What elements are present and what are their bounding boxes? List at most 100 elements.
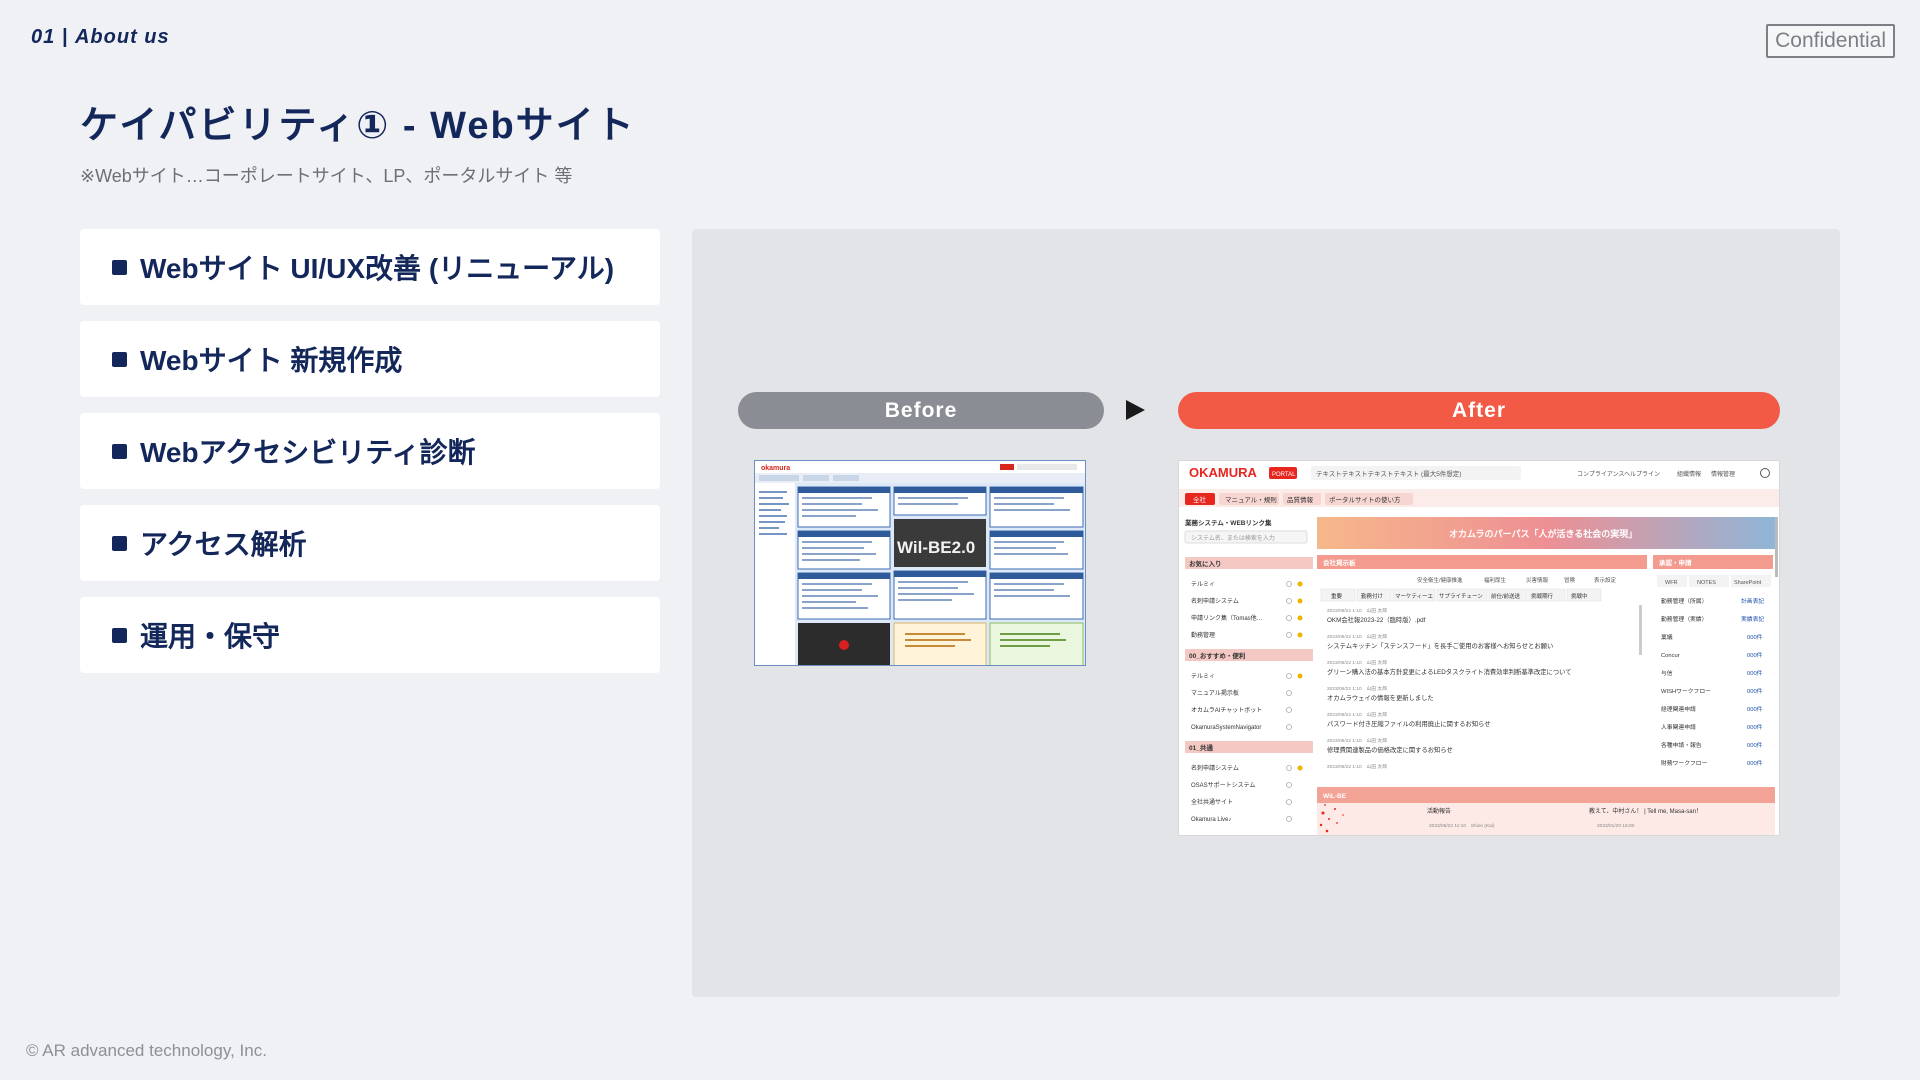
- after-header-link: コンプライアンスヘルプライン: [1577, 471, 1660, 478]
- sidebar-item: テルミィ: [1191, 581, 1215, 588]
- approval-value: 000件: [1747, 741, 1763, 749]
- approval-value: 000件: [1747, 723, 1763, 731]
- after-search-placeholder: システム名、または検索を入力: [1191, 534, 1275, 542]
- after-hero-text: オカムラのパーパス「人が活きる社会の実現」: [1449, 528, 1637, 539]
- after-post-meta: 2023/06/22 1:10 山田 太郎: [1327, 659, 1387, 666]
- after-post-title: パスワード付き圧縮ファイルの利用廃止に関するお知らせ: [1327, 719, 1491, 728]
- after-post-title: OKM会社報2023-22（臨時版）.pdf: [1327, 615, 1426, 624]
- capability-item: Webサイト UI/UX改善 (リニューアル): [80, 229, 660, 305]
- capability-item: Webサイト 新規作成: [80, 321, 660, 397]
- after-post-meta: 2023/06/22 1:10 山田 太郎: [1327, 633, 1387, 640]
- approval-label: 経理関連申請: [1661, 705, 1696, 713]
- sidebar-item: 全社共通サイト: [1191, 798, 1233, 806]
- after-header-link: 情報管理: [1711, 470, 1735, 478]
- sidebar-item: OSASサポートシステム: [1191, 781, 1256, 789]
- after-logo-badge: PORTAL: [1272, 472, 1296, 478]
- sidebar-group-title: 01_共通: [1189, 743, 1213, 752]
- bullet-square-icon: [112, 351, 127, 367]
- approval-label: WISHワークフロー: [1661, 688, 1711, 695]
- sidebar-item: マニュアル掲示板: [1191, 689, 1239, 697]
- after-tab: ポータルサイトの使い方: [1329, 495, 1401, 504]
- approval-label: 稟議: [1661, 633, 1673, 641]
- approval-value: 000件: [1747, 633, 1763, 641]
- approval-label: 勤務管理（実績）: [1661, 615, 1707, 623]
- after-screenshot: OKAMURA PORTAL テキストテキストテキストテキスト (最大5件想定)…: [1178, 460, 1780, 836]
- approval-value: 計画表記: [1741, 597, 1764, 605]
- after-post-meta: 2023/06/22 1:10 山田 太郎: [1327, 711, 1387, 718]
- sidebar-item: 申請リンク集（Tomas他…: [1191, 614, 1263, 622]
- after-board-tab: マーケティーエ: [1395, 593, 1434, 600]
- page-subtitle: ※Webサイト…コーポレートサイト、LP、ポータルサイト 等: [80, 166, 573, 186]
- page-title: ケイパビリティ① - Webサイト: [80, 105, 636, 147]
- bullet-square-icon: [112, 259, 127, 275]
- confidential-badge: Confidential: [1766, 24, 1895, 58]
- after-approval-tab: SharePoint: [1734, 580, 1762, 586]
- approval-label: 勤務管理（所属）: [1661, 597, 1707, 605]
- after-board-link: 安全衛生/健康推進: [1417, 576, 1463, 584]
- after-post-meta: 2023/06/22 1:10 山田 太郎: [1327, 763, 1387, 770]
- section-label: 01 | About us: [31, 26, 170, 48]
- sidebar-item: オカムラAIチャットボット: [1191, 706, 1262, 714]
- after-post-title: オカムラウェイの情報を更新しました: [1327, 693, 1434, 702]
- after-post-meta: 2023/06/22 1:10 山田 太郎: [1327, 607, 1387, 614]
- footer-copyright: © AR advanced technology, Inc.: [26, 1041, 267, 1060]
- section-number: 01: [31, 26, 56, 48]
- after-logo: OKAMURA: [1189, 465, 1257, 480]
- after-wilbe-col1-title: 活動報告: [1427, 807, 1451, 815]
- after-approval-tab: NOTES: [1697, 580, 1716, 586]
- after-tab: 全社: [1193, 495, 1207, 504]
- after-screenshot-graphic: OKAMURA PORTAL テキストテキストテキストテキスト (最大5件想定)…: [1179, 461, 1779, 835]
- after-post-title: 修理費関連製品の価格改定に関するお知らせ: [1327, 745, 1453, 754]
- approval-value: 000件: [1747, 651, 1763, 659]
- approval-value: 実績表記: [1741, 615, 1764, 623]
- sidebar-item: Okamura Live♪: [1191, 817, 1231, 823]
- sidebar-item: テルミィ: [1191, 673, 1215, 680]
- after-tab: 品質情報: [1287, 495, 1314, 504]
- after-side-title: 業務システム・WEBリンク集: [1184, 518, 1272, 527]
- after-search-text: テキストテキストテキストテキスト (最大5件想定): [1316, 469, 1461, 478]
- after-wilbe-col2-title: 教えて、中村さん！ | Tell me, Masa-san！: [1589, 807, 1702, 815]
- approval-value: 000件: [1747, 759, 1763, 767]
- after-post-meta: 2023/06/22 1:10 山田 太郎: [1327, 737, 1387, 744]
- after-board-link: 表示設定: [1594, 576, 1617, 584]
- after-post-meta: 2023/06/22 1:10 山田 太郎: [1327, 685, 1387, 692]
- after-post-title: システムキッチン「ステンスフード」を長手ご使用のお客様へお知らせとお願い: [1327, 641, 1553, 650]
- section-name: About us: [74, 26, 170, 48]
- capability-label: アクセス解析: [140, 529, 307, 560]
- capability-label: Webアクセシビリティ診断: [140, 437, 476, 468]
- after-board-title: 会社掲示板: [1323, 558, 1356, 567]
- capability-item: アクセス解析: [80, 505, 660, 581]
- after-board-tab: 前仕/前送送: [1491, 592, 1521, 600]
- approval-value: 000件: [1747, 687, 1763, 695]
- after-wilbe-col1-meta: 2023/06/22 11:10 Shion (Kai): [1429, 823, 1495, 829]
- after-board-tab: サプライチェーン: [1439, 593, 1483, 600]
- after-wilbe-col2-meta: 2023/01/20 16:00: [1597, 823, 1635, 829]
- sidebar-item: 名刺申請システム: [1191, 597, 1239, 605]
- capability-label: 運用・保守: [140, 621, 281, 652]
- after-header-link: 組織情報: [1677, 470, 1701, 478]
- before-screenshot: okamura Wil-BE2.0: [754, 460, 1086, 666]
- after-approval-title: 承認・申請: [1659, 558, 1692, 567]
- sidebar-item: OkamuraSystemNavigator: [1191, 725, 1261, 731]
- after-label: After: [1178, 392, 1780, 429]
- bullet-square-icon: [112, 535, 127, 551]
- after-board-link: 冒険: [1564, 576, 1576, 584]
- before-banner: Wil-BE2.0: [897, 538, 975, 557]
- capability-label: Webサイト 新規作成: [140, 345, 403, 376]
- after-wilbe-title: WiL-BE: [1323, 793, 1347, 800]
- bullet-square-icon: [112, 443, 127, 459]
- sidebar-group-title: 00_おすすめ・便利: [1189, 651, 1246, 660]
- before-screenshot-graphic: okamura Wil-BE2.0: [755, 461, 1085, 665]
- approval-label: 各種申請・報告: [1661, 741, 1702, 749]
- after-approval-tab: WFR: [1665, 580, 1678, 586]
- sidebar-item: 勤務管理: [1191, 631, 1215, 639]
- capability-item: 運用・保守: [80, 597, 660, 673]
- before-logo: okamura: [761, 465, 790, 472]
- approval-label: 人事関連申請: [1661, 723, 1696, 731]
- after-board-tab: 重要: [1331, 592, 1343, 600]
- after-board-link: 災害情報: [1526, 576, 1549, 584]
- play-arrow-icon: [1126, 400, 1145, 420]
- after-tab: マニュアル・規則: [1225, 495, 1277, 504]
- after-board-tab: 挑戦期行: [1531, 592, 1554, 600]
- capability-list: Webサイト UI/UX改善 (リニューアル) Webサイト 新規作成 Webア…: [80, 229, 660, 689]
